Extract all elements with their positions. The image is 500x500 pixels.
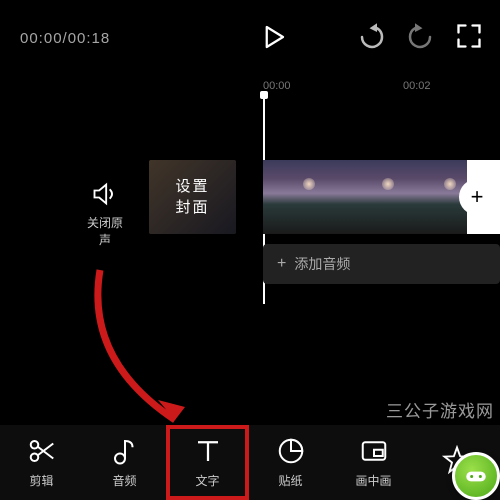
mute-label: 关闭原声: [85, 214, 125, 248]
speaker-icon: [91, 180, 119, 208]
play-icon: [258, 22, 288, 52]
plus-icon: +: [277, 255, 286, 273]
gamepad-icon: [463, 463, 489, 489]
cover-label: 设置 封面: [175, 176, 209, 218]
clip-thumbnail[interactable]: [263, 160, 342, 234]
tool-label: 画中画: [355, 472, 391, 489]
redo-button[interactable]: [405, 22, 435, 52]
undo-icon: [357, 22, 387, 52]
annotation-arrow: [80, 260, 210, 440]
set-cover-thumb[interactable]: 设置 封面: [149, 160, 236, 234]
clip-thumbnail[interactable]: [342, 160, 421, 234]
mute-original-sound[interactable]: 关闭原声: [85, 180, 125, 248]
add-audio-track[interactable]: + 添加音频: [263, 244, 500, 284]
bottom-toolbar: 剪辑 音频 文字 贴纸 画中画: [0, 425, 500, 500]
tool-text[interactable]: 文字: [166, 425, 249, 500]
text-icon: [193, 436, 223, 466]
tool-label: 贴纸: [278, 472, 302, 489]
fullscreen-button[interactable]: [455, 22, 483, 50]
picture-in-picture-icon: [359, 436, 389, 466]
add-audio-label: 添加音频: [294, 254, 350, 274]
fullscreen-icon: [455, 22, 483, 50]
add-clip-button[interactable]: +: [459, 179, 495, 215]
tool-label: 文字: [195, 472, 219, 489]
sticker-icon: [276, 436, 306, 466]
scissors-icon: [27, 436, 57, 466]
tool-label: 音频: [112, 472, 136, 489]
redo-icon: [405, 22, 435, 52]
tool-label: 剪辑: [29, 472, 53, 489]
timeline-ruler[interactable]: 00:00 00:02: [0, 80, 500, 100]
video-editor-app: 00:00/00:18 00:00 00:02: [0, 0, 500, 500]
music-note-icon: [110, 436, 140, 466]
tool-cut[interactable]: 剪辑: [0, 425, 83, 500]
tool-audio[interactable]: 音频: [83, 425, 166, 500]
ruler-tick: 00:02: [403, 80, 431, 92]
watermark-text: 三公子游戏网: [386, 397, 494, 422]
tool-sticker[interactable]: 贴纸: [249, 425, 332, 500]
top-bar: 00:00/00:18: [0, 0, 500, 72]
app-badge[interactable]: [452, 452, 500, 500]
play-button[interactable]: [258, 22, 288, 52]
tool-pip[interactable]: 画中画: [332, 425, 415, 500]
plus-icon: +: [471, 184, 484, 210]
undo-button[interactable]: [357, 22, 387, 52]
time-counter: 00:00/00:18: [20, 30, 110, 47]
ruler-tick: 00:00: [263, 80, 291, 92]
